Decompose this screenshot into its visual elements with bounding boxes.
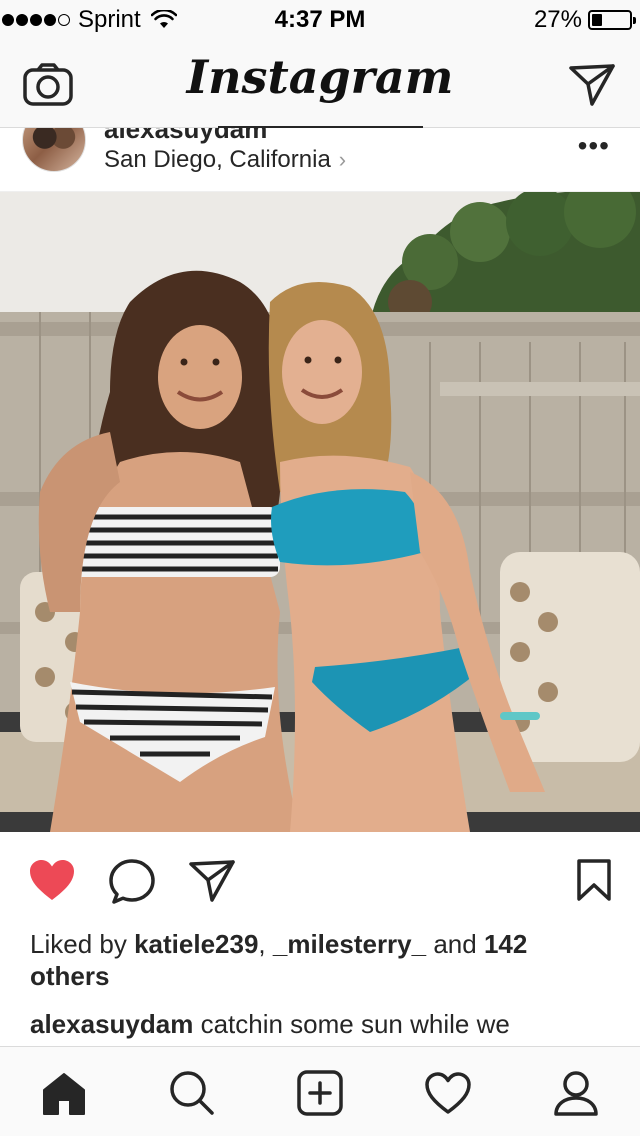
tab-profile[interactable] xyxy=(550,1067,602,1119)
instagram-feed-screen: Sprint 4:37 PM 27% Instagram alexasuydam… xyxy=(0,0,640,1136)
profile-icon xyxy=(554,1071,598,1116)
post-photo-image xyxy=(0,192,640,832)
liked-by-and: and xyxy=(433,929,477,959)
liked-by-prefix: Liked by xyxy=(30,929,127,959)
more-options-icon[interactable]: ••• xyxy=(578,132,610,160)
like-heart-icon[interactable] xyxy=(28,858,76,902)
likes-summary: Liked by katiele239, _milesterry_ and 14… xyxy=(30,928,610,992)
tab-activity[interactable] xyxy=(422,1067,474,1119)
post-location[interactable]: San Diego, California › xyxy=(104,146,346,174)
chevron-right-icon: › xyxy=(338,147,347,172)
caption-text: catchin some sun while we xyxy=(200,1009,510,1039)
share-direct-icon[interactable] xyxy=(188,858,236,904)
post-photo[interactable] xyxy=(0,192,640,832)
home-icon xyxy=(43,1073,85,1115)
liked-by-separator: , xyxy=(258,929,266,959)
heart-icon xyxy=(425,1072,471,1114)
instagram-logo: Instagram xyxy=(186,50,454,104)
tab-add[interactable] xyxy=(294,1067,346,1119)
post-header: alexasuydam San Diego, California › ••• xyxy=(0,128,640,192)
comment-icon[interactable] xyxy=(108,858,156,904)
tab-search[interactable] xyxy=(166,1067,218,1119)
battery-status: 27% xyxy=(533,6,636,34)
avatar[interactable] xyxy=(22,128,86,172)
liked-by-user-2[interactable]: _milesterry_ xyxy=(273,929,426,959)
top-nav-bar: Instagram xyxy=(0,40,640,128)
location-label: San Diego, California xyxy=(104,146,331,173)
post-caption: alexasuydam catchin some sun while we xyxy=(30,1008,610,1044)
caption-username[interactable]: alexasuydam xyxy=(30,1009,193,1039)
bottom-tab-bar xyxy=(0,1046,640,1136)
post-username[interactable]: alexasuydam xyxy=(104,128,267,145)
bookmark-icon[interactable] xyxy=(576,858,612,902)
liked-by-user-1[interactable]: katiele239 xyxy=(134,929,258,959)
post-actions xyxy=(0,852,640,912)
status-bar: Sprint 4:37 PM 27% xyxy=(0,0,640,40)
battery-percent: 27% xyxy=(533,6,582,33)
tab-home[interactable] xyxy=(38,1067,90,1119)
add-icon xyxy=(297,1070,343,1116)
search-icon xyxy=(170,1071,214,1115)
direct-send-icon[interactable] xyxy=(568,62,616,108)
battery-icon xyxy=(588,10,636,30)
